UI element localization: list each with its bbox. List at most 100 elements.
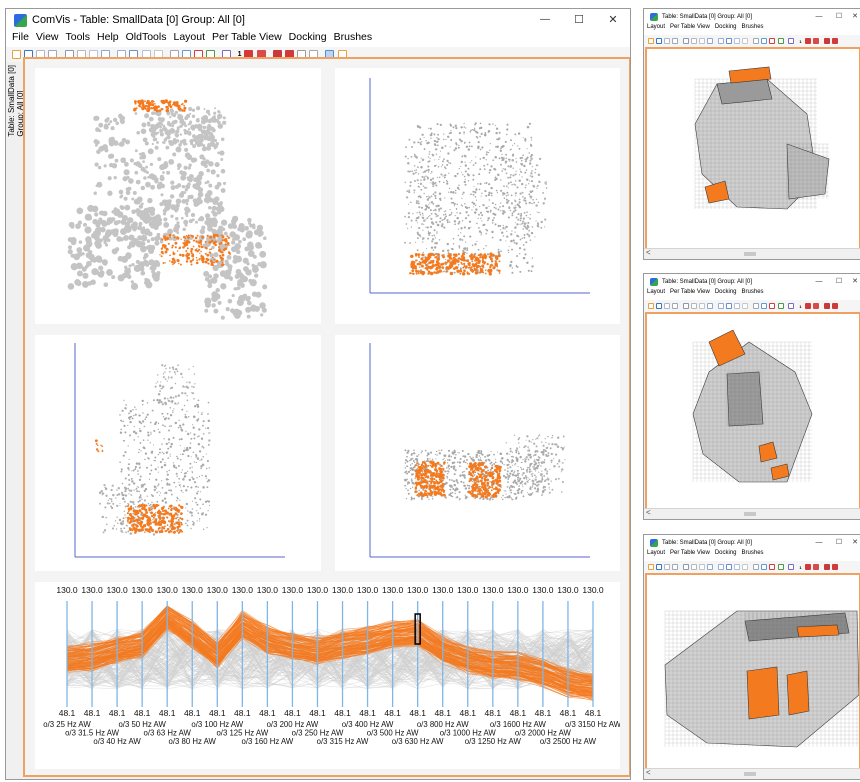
toolbar-tool-9-icon[interactable]: [718, 38, 725, 44]
scatter-panel-top-right[interactable]: [335, 68, 620, 324]
menu-item-brushes[interactable]: Brushes: [742, 24, 764, 35]
toolbar-tool-1-icon[interactable]: [648, 303, 654, 309]
menu-item-docking[interactable]: Docking: [715, 24, 737, 35]
toolbar-tool-3-icon[interactable]: [664, 564, 671, 570]
toolbar-tool-2-icon[interactable]: [656, 303, 663, 309]
toolbar-tool-3-icon[interactable]: [664, 38, 671, 44]
toolbar-tool-9-icon[interactable]: [718, 564, 725, 570]
toolbar-tool-21-icon[interactable]: [823, 564, 830, 570]
toolbar-tool-20-icon[interactable]: [812, 38, 819, 44]
toolbar-tool-19-icon[interactable]: [804, 564, 811, 570]
scatter-panel-top-left[interactable]: [35, 68, 321, 324]
toolbar-tool-22-icon[interactable]: [831, 303, 838, 309]
scroll-thumb[interactable]: [744, 252, 756, 256]
toolbar-tool-9-icon[interactable]: [718, 303, 725, 309]
toolbar-tool-6-icon[interactable]: [691, 564, 698, 570]
scroll-thumb[interactable]: [744, 512, 756, 516]
toolbar-tool-1-icon[interactable]: [648, 38, 654, 44]
toolbar-tool-10-icon[interactable]: [726, 564, 733, 570]
toolbar-tool-14-icon[interactable]: [761, 303, 768, 309]
toolbar-tool-21-icon[interactable]: [823, 303, 830, 309]
side-window-1-minimize-button[interactable]: —: [809, 9, 829, 24]
toolbar-tool-10-icon[interactable]: [726, 38, 733, 44]
toolbar-tool-17-icon[interactable]: [788, 564, 795, 570]
side-window-2-minimize-button[interactable]: —: [809, 274, 829, 289]
menu-item-docking[interactable]: Docking: [715, 289, 737, 300]
menu-item-tools[interactable]: Tools: [66, 31, 91, 47]
toolbar-tool-19-icon[interactable]: [804, 38, 811, 44]
toolbar-tool-16-icon[interactable]: [777, 564, 784, 570]
toolbar-tool-8-icon[interactable]: [707, 303, 714, 309]
menu-item-brushes[interactable]: Brushes: [742, 550, 764, 561]
toolbar-tool-1-icon[interactable]: [12, 50, 21, 59]
toolbar-tool-8-icon[interactable]: [707, 564, 714, 570]
close-button[interactable]: ✕: [596, 9, 630, 31]
menu-item-docking[interactable]: Docking: [715, 550, 737, 561]
toolbar-tool-1-icon[interactable]: [648, 564, 654, 570]
toolbar-tool-2-icon[interactable]: [656, 38, 663, 44]
toolbar-tool-12-icon[interactable]: [742, 38, 749, 44]
side-window-3-titlebar[interactable]: Table: SmallData [0] Group: All [0] — ☐ …: [644, 535, 860, 550]
scroll-thumb[interactable]: [744, 772, 756, 776]
toolbar-tool-4-icon[interactable]: [672, 303, 679, 309]
parallel-coordinates-panel[interactable]: 130.0 48.1 o/3 25 Hz AW 130.0 48.1 o/3 31.5 H…: [35, 582, 622, 769]
toolbar-tool-16-icon[interactable]: [777, 38, 784, 44]
toolbar-tool-13-icon[interactable]: [753, 564, 760, 570]
menu-item-per-table-view[interactable]: Per Table View: [670, 24, 710, 35]
toolbar-tool-4-icon[interactable]: [672, 564, 679, 570]
menu-item-per-table-view[interactable]: Per Table View: [670, 289, 710, 300]
toolbar-tool-7-icon[interactable]: [699, 38, 706, 44]
toolbar-tool-20-icon[interactable]: [812, 564, 819, 570]
side-window-2-titlebar[interactable]: Table: SmallData [0] Group: All [0] — ☐ …: [644, 274, 860, 289]
toolbar-tool-6-icon[interactable]: [691, 303, 698, 309]
toolbar-tool-11-icon[interactable]: [734, 38, 741, 44]
toolbar-tool-3-icon[interactable]: [664, 303, 671, 309]
menu-item-file[interactable]: File: [12, 31, 29, 47]
menu-item-layout[interactable]: Layout: [647, 24, 665, 35]
scroll-left-arrow[interactable]: <: [646, 508, 651, 517]
toolbar-tool-14-icon[interactable]: [761, 564, 768, 570]
toolbar-tool-8-icon[interactable]: [707, 38, 714, 44]
side-window-1-close-button[interactable]: ✕: [849, 9, 860, 24]
toolbar-tool-15-icon[interactable]: [769, 38, 776, 44]
side-window-1-titlebar[interactable]: Table: SmallData [0] Group: All [0] — ☐ …: [644, 9, 860, 24]
minimize-button[interactable]: —: [528, 9, 562, 31]
menu-item-per-table-view[interactable]: Per Table View: [212, 31, 282, 47]
menu-item-docking[interactable]: Docking: [289, 31, 327, 47]
menu-item-layout[interactable]: Layout: [647, 289, 665, 300]
side-window-2-maximize-button[interactable]: ☐: [829, 274, 849, 289]
toolbar-tool-21-icon[interactable]: [823, 38, 830, 44]
toolbar-tool-19-icon[interactable]: [804, 303, 811, 309]
toolbar-tool-7-icon[interactable]: [699, 564, 706, 570]
toolbar-tool-13-icon[interactable]: [753, 38, 760, 44]
side-window-2-scrollbar[interactable]: <: [644, 508, 860, 519]
toolbar-tool-7-icon[interactable]: [699, 303, 706, 309]
menu-item-oldtools[interactable]: OldTools: [126, 31, 167, 47]
main-titlebar[interactable]: ComVis - Table: SmallData [0] Group: All…: [6, 9, 630, 31]
toolbar-tool-14-icon[interactable]: [761, 38, 768, 44]
menu-item-help[interactable]: Help: [97, 31, 119, 47]
toolbar-tool-2-icon[interactable]: [656, 564, 663, 570]
toolbar-tool-12-icon[interactable]: [742, 564, 749, 570]
toolbar-tool-15-icon[interactable]: [769, 564, 776, 570]
scatter-panel-bottom-right[interactable]: [335, 335, 620, 571]
toolbar-tool-13-icon[interactable]: [753, 303, 760, 309]
maximize-button[interactable]: ☐: [562, 9, 596, 31]
toolbar-tool-16-icon[interactable]: [777, 303, 784, 309]
menu-item-layout[interactable]: Layout: [173, 31, 205, 47]
menu-item-brushes[interactable]: Brushes: [334, 31, 373, 47]
engine-3d-view-1[interactable]: [647, 49, 859, 248]
toolbar-tool-11-icon[interactable]: [734, 564, 741, 570]
scroll-left-arrow[interactable]: <: [646, 248, 651, 257]
toolbar-tool-5-icon[interactable]: [683, 564, 690, 570]
side-window-3-scrollbar[interactable]: <: [644, 768, 860, 779]
engine-3d-view-3[interactable]: [647, 575, 860, 768]
toolbar-tool-17-icon[interactable]: [788, 38, 795, 44]
toolbar-tool-6-icon[interactable]: [691, 38, 698, 44]
toolbar-tool-17-icon[interactable]: [788, 303, 795, 309]
toolbar-tool-5-icon[interactable]: [683, 303, 690, 309]
toolbar-tool-15-icon[interactable]: [769, 303, 776, 309]
side-window-2-close-button[interactable]: ✕: [849, 274, 860, 289]
menu-item-layout[interactable]: Layout: [647, 550, 665, 561]
side-window-1-maximize-button[interactable]: ☐: [829, 9, 849, 24]
